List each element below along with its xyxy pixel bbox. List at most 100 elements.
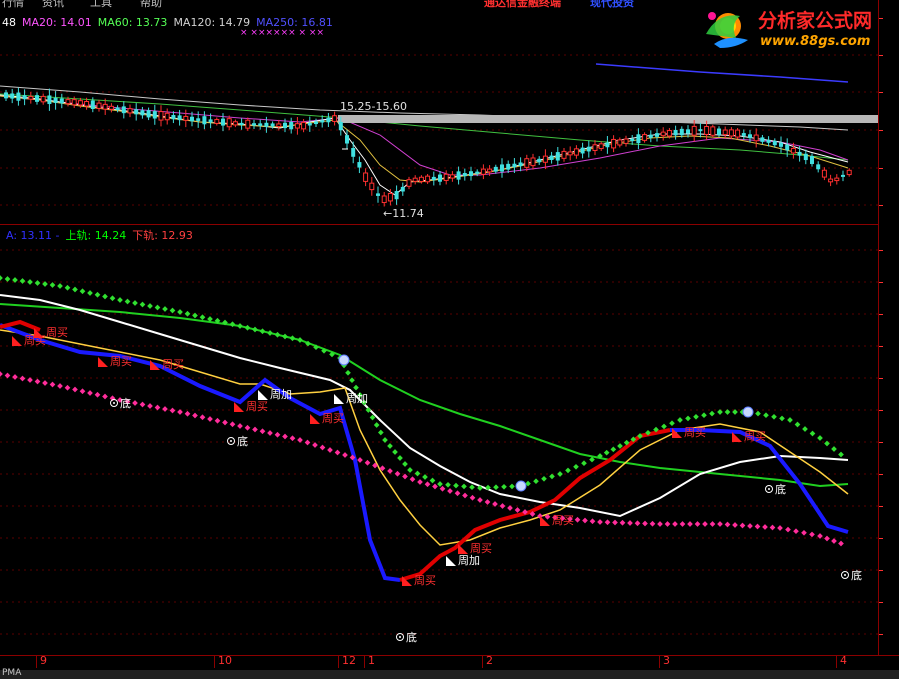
price-axis[interactable] (878, 0, 899, 655)
band-dot (785, 526, 791, 533)
band-dot (357, 457, 363, 463)
band-dot (244, 424, 251, 431)
candlestick (462, 168, 467, 181)
band-dot (132, 400, 138, 406)
buy-signal[interactable]: 周买 (540, 514, 574, 527)
add-signal[interactable]: 周加 (446, 554, 480, 567)
candlestick (542, 149, 548, 170)
band-dot (117, 297, 123, 303)
band-dot (94, 291, 101, 298)
band-dot (124, 298, 131, 305)
band-dot (147, 403, 153, 409)
band-dot (429, 477, 436, 484)
band-dot (739, 522, 746, 529)
band-dot (817, 435, 823, 441)
buy-signal[interactable]: 周买 (98, 355, 132, 368)
candlestick (642, 132, 648, 143)
bottom-signal[interactable]: 底 (765, 482, 787, 496)
price-chart[interactable]: 15.25-15.60 ←11.74 周买周买周买 周买周买周买周买周买周买周买周… (0, 0, 878, 655)
svg-text:周买: 周买 (414, 574, 436, 587)
band-dot (109, 295, 116, 302)
band-dot (407, 467, 413, 473)
svg-text:底: 底 (120, 396, 131, 410)
candlestick (500, 158, 504, 178)
band-dot (709, 410, 715, 417)
candlestick (753, 128, 759, 148)
candlestick (698, 122, 703, 138)
band-dot (34, 280, 41, 286)
band-dot (259, 328, 266, 335)
band-dot (777, 525, 783, 531)
candlestick (673, 125, 678, 140)
buy-signal[interactable]: 周买 (672, 426, 706, 439)
band-dot (282, 333, 288, 340)
band-dot (0, 371, 3, 377)
candlestick (140, 106, 145, 119)
candlestick (648, 130, 653, 143)
candlestick (537, 156, 542, 165)
band-dot (184, 410, 191, 417)
band-dot (627, 520, 633, 526)
band-dot (57, 283, 63, 289)
candlestick (394, 185, 399, 205)
band-dot (817, 533, 823, 539)
band-dot (244, 324, 251, 331)
band-dot (445, 481, 451, 488)
add-signal[interactable]: 周加 (258, 388, 292, 401)
band-dot (454, 490, 461, 497)
band-dot (801, 529, 807, 536)
candlestick (623, 135, 629, 147)
bottom-signal[interactable]: 底 (396, 630, 418, 644)
status-label[interactable]: PMA (2, 668, 21, 678)
time-axis[interactable]: 9 10 12 1 2 3 4 (0, 654, 899, 671)
candlestick (660, 127, 666, 141)
band-dot (439, 485, 446, 492)
bottom-signal[interactable]: 底 (841, 568, 863, 582)
svg-text:周买: 周买 (162, 358, 184, 371)
band-dot (79, 388, 86, 395)
band-dot (414, 470, 421, 477)
band-dot (365, 407, 372, 413)
band-dot (139, 301, 146, 308)
upper-band-line (0, 303, 849, 488)
candlestick (16, 87, 21, 106)
candlestick (158, 105, 164, 127)
band-dot (72, 386, 78, 393)
legend-item: 上轨: 14.24 (65, 229, 127, 242)
band-dot (573, 463, 579, 470)
band-dot (274, 331, 281, 338)
candlestick (567, 146, 573, 161)
band-dot (755, 410, 761, 417)
svg-text:周买: 周买 (46, 326, 68, 339)
candlestick (586, 140, 591, 158)
candlestick (821, 167, 827, 181)
band-dot (274, 431, 281, 438)
svg-text:周买: 周买 (744, 430, 766, 443)
band-dot (0, 275, 3, 281)
band-dot (493, 484, 499, 491)
add-signal[interactable]: 周加 (334, 392, 368, 405)
band-dot (604, 519, 611, 526)
band-dot (267, 430, 273, 436)
candlestick (617, 137, 623, 148)
candlestick (326, 112, 331, 127)
band-dot (409, 476, 416, 483)
band-dot (237, 423, 243, 429)
panel-divider[interactable] (0, 224, 878, 225)
band-dot (672, 521, 678, 527)
band-dot (709, 521, 716, 527)
buy-signal[interactable]: 周买 (310, 412, 344, 425)
band-dot (477, 497, 483, 503)
band-dot (207, 416, 213, 422)
candlestick (363, 168, 369, 187)
candlestick (369, 177, 375, 196)
candlestick (121, 101, 126, 119)
candlestick (40, 93, 46, 105)
candlestick (772, 138, 777, 148)
bottom-signal[interactable]: 底 (227, 434, 249, 448)
chart-window: 行情 资讯 工具 帮助 通达信金融终端 现代投资 48 MA20: 14.01 MA… (0, 0, 899, 679)
candlestick (605, 135, 610, 154)
band-dot (809, 430, 816, 437)
band-dot (649, 520, 656, 527)
svg-text:周买: 周买 (552, 514, 574, 527)
